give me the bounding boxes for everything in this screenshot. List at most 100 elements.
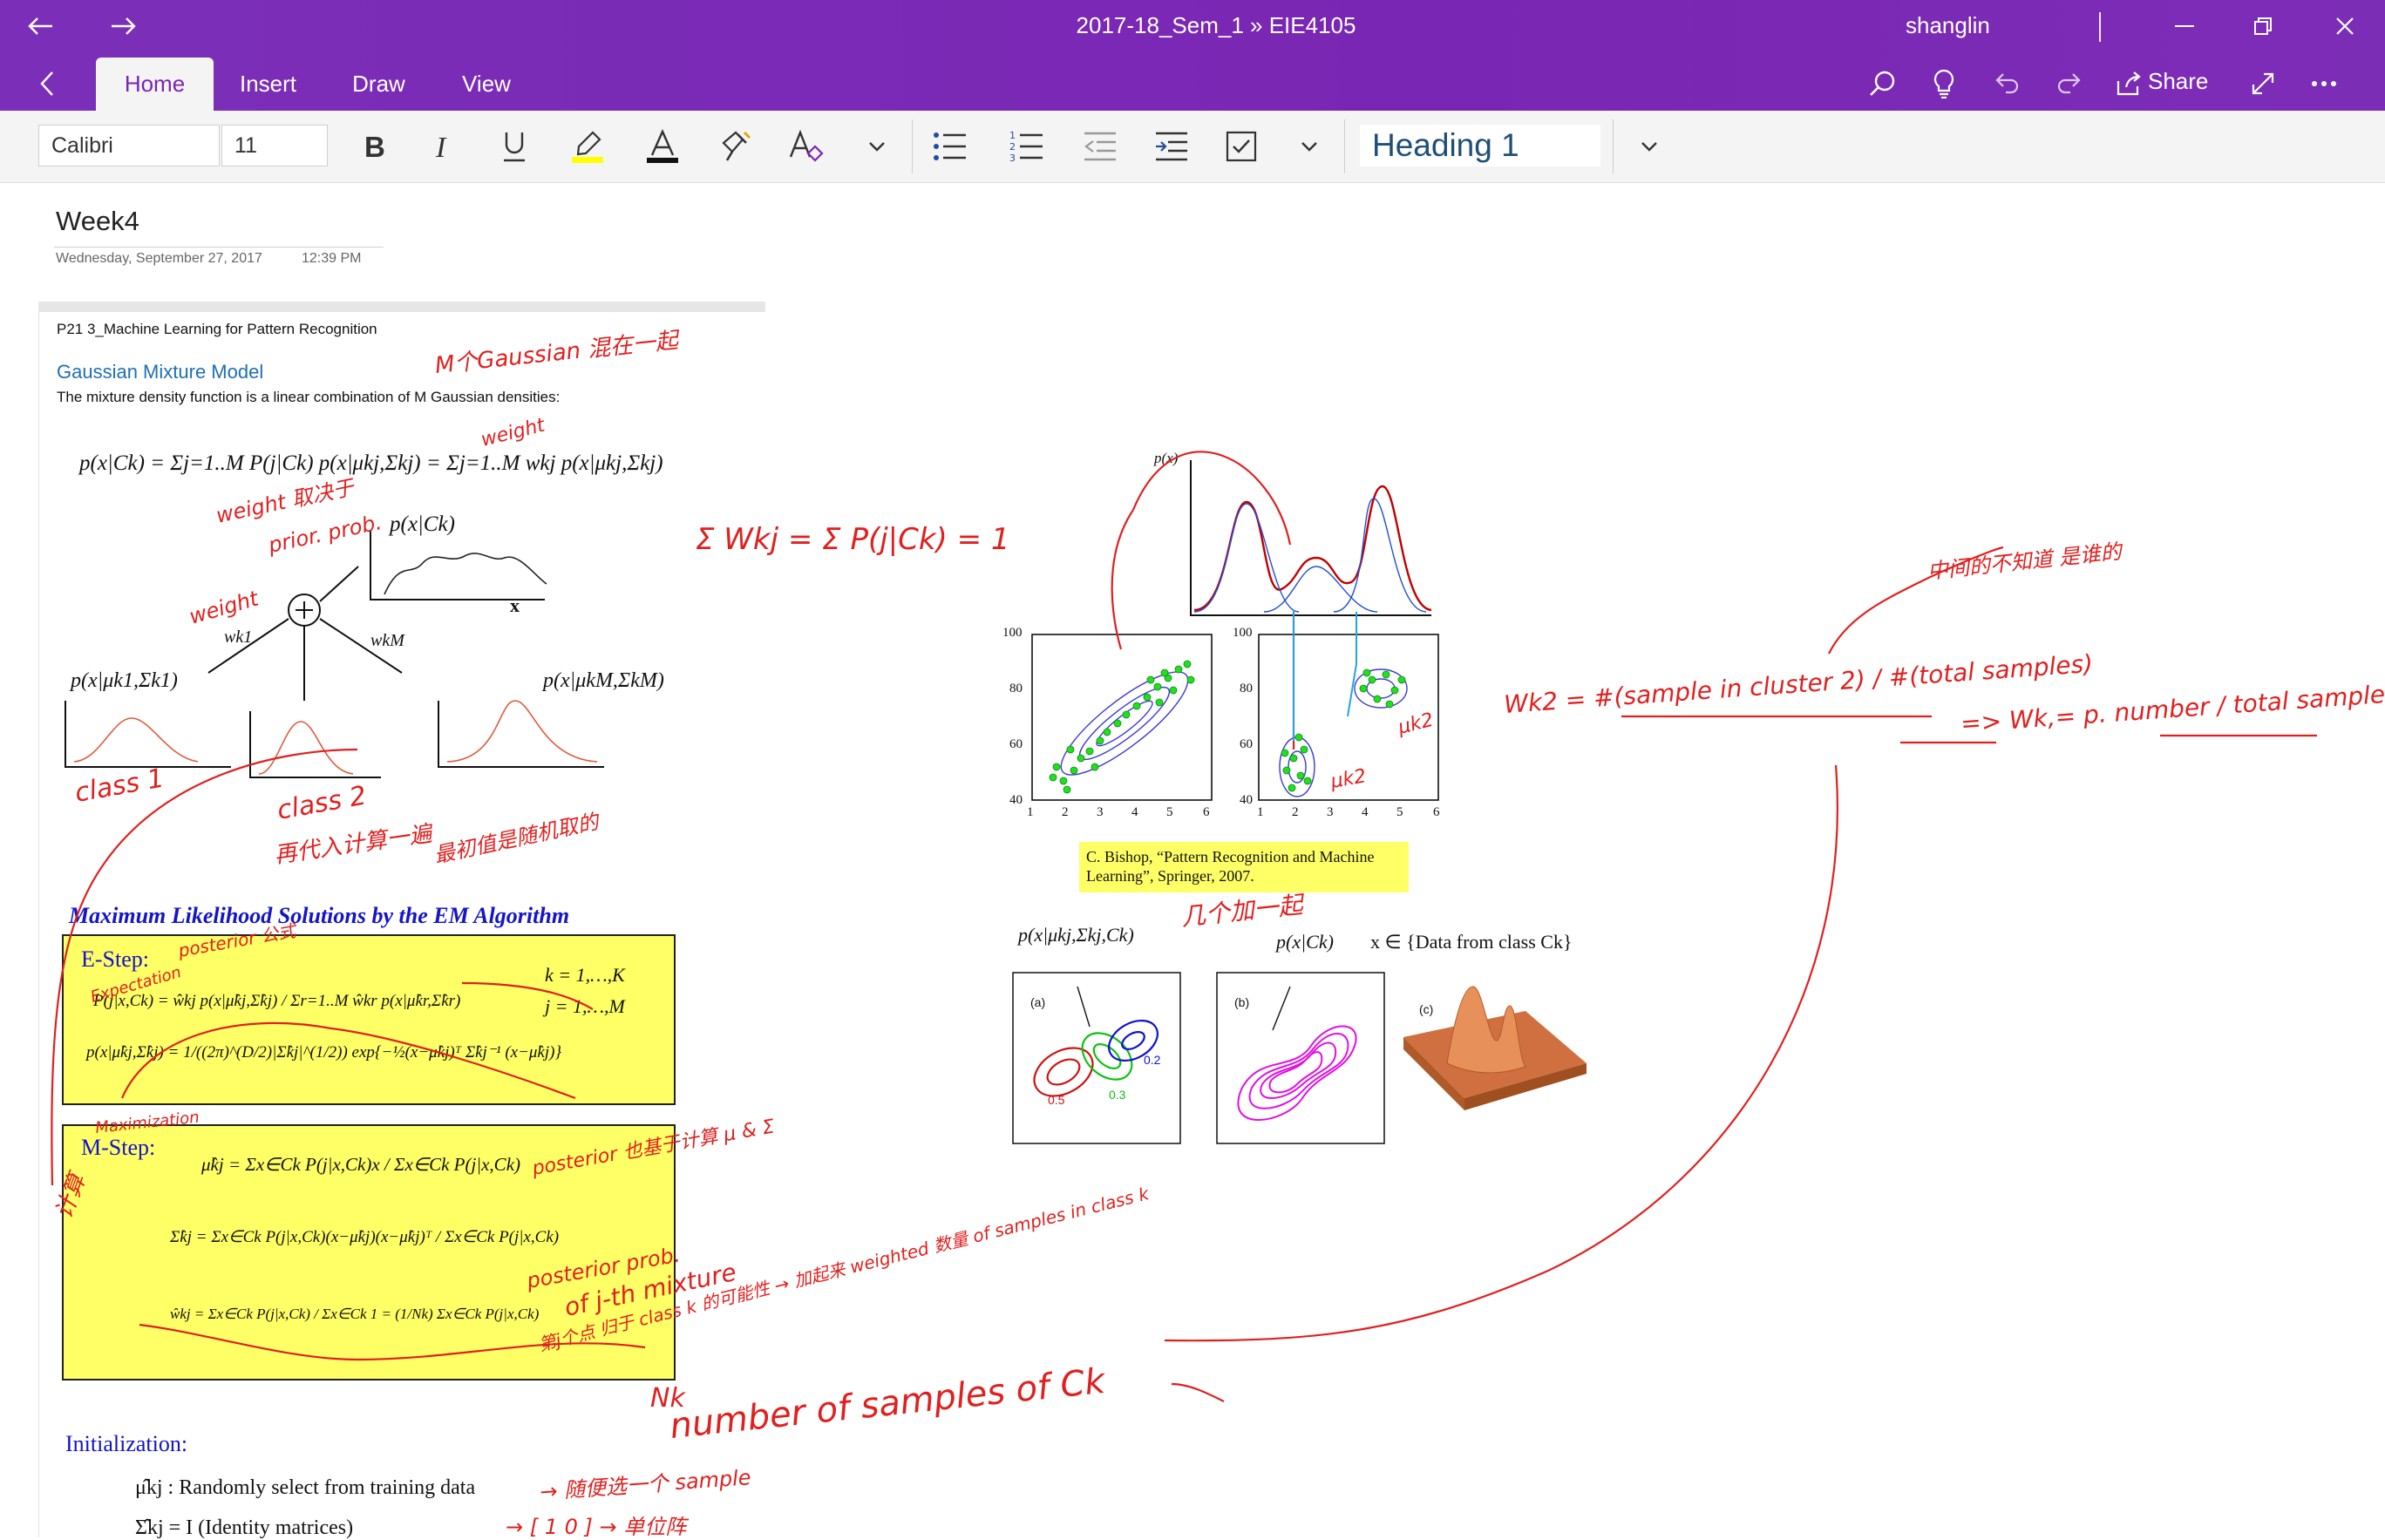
increase-indent-icon[interactable]	[1149, 125, 1194, 168]
scatter-x-tick: 3	[1097, 805, 1104, 819]
mixture-density-plot	[1190, 460, 1432, 616]
chevron-down-icon[interactable]	[1287, 125, 1332, 168]
lecture-slide-image: P21 3_Machine Learning for Pattern Recog…	[38, 312, 766, 1539]
page-title[interactable]: Week4	[56, 206, 139, 237]
scatter-y-tick: 100	[1002, 626, 1023, 640]
handwritten-note: => Wk,= p. number / total sample	[1960, 680, 2385, 738]
share-icon[interactable]	[2111, 66, 2146, 101]
e-step-range-j: j = 1,…,M	[545, 995, 625, 1017]
decrease-indent-icon[interactable]	[1077, 125, 1123, 168]
initialization-heading: Initialization:	[65, 1431, 188, 1456]
citation-caption: C. Bishop, “Pattern Recognition and Mach…	[1079, 842, 1409, 892]
bold-icon[interactable]: B	[352, 125, 398, 168]
scatter-x-tick: 3	[1327, 805, 1334, 819]
back-arrow-icon[interactable]	[21, 10, 59, 42]
scatter-x-tick: 5	[1396, 805, 1403, 819]
highlighter-icon[interactable]	[565, 125, 610, 168]
em-heading: Maximum Likelihood Solutions by the EM A…	[69, 903, 570, 928]
tab-view[interactable]: View	[452, 58, 521, 111]
italic-icon[interactable]: I	[422, 125, 467, 168]
todo-checkbox-icon[interactable]	[1219, 125, 1264, 168]
e-step-box	[62, 934, 676, 1105]
contour-label-1: p(x|μkj,Σkj,Ck)	[1018, 924, 1134, 946]
minimize-icon[interactable]	[2165, 10, 2204, 42]
slide-header: P21 3_Machine Learning for Pattern Recog…	[57, 321, 377, 337]
lightbulb-icon[interactable]	[1925, 66, 1963, 101]
gmm-equation: p(x|Ck) = Σj=1..M P(j|Ck) p(x|μkj,Σkj) =…	[79, 451, 663, 475]
scatter-x-tick: 4	[1362, 805, 1369, 819]
gaussian-equation: p(x|μ̂kj,Σ̂kj) = 1/((2π)^(D/2)|Σ̂kj|^(1/…	[86, 1043, 562, 1062]
svg-text:B: B	[364, 131, 385, 163]
title-bar: 2017-18_Sem_1 » EIE4105 shanglin Home In…	[0, 0, 2385, 111]
style-dropdown-chevron-icon[interactable]	[1627, 125, 1672, 168]
scatter-x-tick: 1	[1257, 805, 1264, 819]
scatter-y-tick: 80	[1009, 682, 1023, 695]
svg-text:2: 2	[1009, 141, 1016, 153]
forward-arrow-icon[interactable]	[105, 10, 143, 42]
contour-label-2: p(x|Ck)	[1276, 931, 1334, 953]
scatter-y-tick: 40	[1009, 793, 1023, 807]
scatter-y-tick: 60	[1240, 737, 1253, 751]
style-selector[interactable]: Heading 1	[1360, 125, 1600, 166]
weight-label-1: wk1	[224, 628, 253, 647]
contour-value: 0.5	[1048, 1093, 1065, 1107]
handwritten-note: Wk2 = #(sample in cluster 2) / #(total s…	[1503, 649, 2094, 719]
font-name-field[interactable]: Calibri	[38, 125, 220, 166]
underline-icon[interactable]	[492, 125, 537, 168]
scatter-plot-left	[1031, 634, 1213, 801]
nav-back-chevron-icon[interactable]	[30, 64, 65, 103]
undo-icon[interactable]	[1988, 66, 2026, 101]
panel-label-c: (c)	[1419, 1002, 1434, 1016]
scatter-x-tick: 2	[1062, 805, 1069, 819]
panel-label-b: (b)	[1234, 995, 1250, 1009]
px-axis-label: p(x)	[1154, 450, 1179, 466]
handwritten-note: 中间的不知道 是谁的	[1926, 539, 2125, 584]
tab-home[interactable]: Home	[96, 58, 214, 111]
clear-formatting-icon[interactable]	[783, 125, 828, 168]
gmm-heading: Gaussian Mixture Model	[57, 361, 264, 383]
notebook-path: 2017-18_Sem_1 » EIE4105	[1076, 12, 1356, 38]
toolbar-divider	[912, 119, 913, 173]
user-name[interactable]: shanglin	[1906, 12, 1990, 39]
redo-icon[interactable]	[2050, 66, 2089, 101]
search-icon[interactable]	[1864, 66, 1902, 101]
svg-text:3: 3	[1009, 153, 1016, 164]
chevron-down-icon[interactable]	[854, 125, 900, 168]
font-color-icon[interactable]	[640, 125, 685, 168]
init-covariance: Σ̂kj = I (Identity matrices)	[135, 1516, 354, 1539]
scatter-y-tick: 40	[1240, 793, 1253, 807]
init-mean: μ̂kj : Randomly select from training dat…	[135, 1476, 476, 1499]
contour-value: 0.2	[1144, 1053, 1161, 1067]
more-options-icon[interactable]	[2305, 66, 2343, 101]
m-step-covariance: Σ̂kj = Σx∈Ck P(j|x,Ck)(x−μ̂kj)(x−μ̂kj)ᵀ …	[170, 1228, 560, 1246]
e-step-equation: P(j|x,Ck) = ŵkj p(x|μ̂kj,Σ̂kj) / Σr=1..M…	[93, 992, 461, 1010]
font-size-field[interactable]: 11	[221, 125, 328, 166]
handwritten-note: 几个加一起	[1179, 890, 1307, 932]
tab-insert[interactable]: Insert	[227, 58, 309, 111]
scatter-x-tick: 1	[1027, 805, 1034, 819]
weight-label-m: wkM	[370, 631, 404, 650]
bullet-list-icon[interactable]	[928, 125, 973, 168]
scatter-x-tick: 2	[1292, 805, 1299, 819]
fullscreen-icon[interactable]	[2244, 66, 2282, 101]
share-button[interactable]: Share	[2148, 68, 2208, 95]
tab-draw[interactable]: Draw	[342, 58, 416, 111]
restore-icon[interactable]	[2244, 10, 2282, 42]
container-handle[interactable]	[38, 302, 765, 312]
contour-value: 0.3	[1109, 1088, 1126, 1102]
e-step-label: E-Step:	[81, 946, 149, 972]
close-icon[interactable]	[2326, 10, 2364, 42]
scatter-x-tick: 5	[1166, 805, 1173, 819]
format-painter-icon[interactable]	[713, 125, 758, 168]
scatter-x-tick: 6	[1433, 805, 1440, 819]
formatting-toolbar: Calibri 11 B I 123 Heading 1	[0, 111, 2385, 183]
numbered-list-icon[interactable]: 123	[1004, 125, 1050, 168]
page-time: 12:39 PM	[302, 251, 362, 266]
component-1-label: p(x|μk1,Σk1)	[71, 669, 178, 692]
title-underline	[54, 247, 384, 248]
scatter-x-tick: 4	[1131, 805, 1138, 819]
toolbar-divider	[1613, 119, 1614, 173]
m-step-label: M-Step:	[81, 1135, 156, 1160]
mixture-label: p(x|Ck)	[390, 512, 455, 536]
scatter-plot-right	[1258, 634, 1439, 801]
